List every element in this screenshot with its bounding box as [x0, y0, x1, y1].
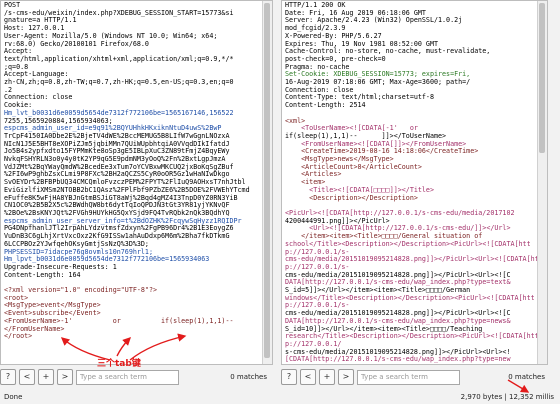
response-scrollbar[interactable]	[537, 1, 547, 364]
response-line: windows</Title><Description></Descriptio…	[285, 293, 535, 310]
response-line: [CDATA[http://127.0.0.1/s-cms-edu/wap_in…	[285, 355, 511, 364]
response-line	[285, 110, 544, 118]
request-line: rv:68.0) Gecko/20100101 Firefox/68.0	[4, 39, 149, 48]
request-line: Content-Length: 164	[4, 270, 81, 279]
status-left: Done	[4, 393, 23, 401]
response-line: Content-Length: 2514	[285, 101, 366, 110]
request-search-bar: ? < + > Type a search term 0 matches	[0, 368, 271, 386]
response-editor-pane[interactable]: HTTP/1.1 200 OK Date: Fri, 16 Aug 2019 06…	[281, 0, 548, 365]
request-search-input[interactable]: Type a search term	[76, 369, 179, 385]
help-button[interactable]: ?	[281, 369, 297, 385]
next-match-button[interactable]: >	[338, 369, 354, 385]
add-button[interactable]: +	[38, 369, 54, 385]
request-match-count: 0 matches	[230, 373, 267, 381]
request-line: text/html,application/xhtml+xml,applicat…	[4, 54, 234, 63]
request-text[interactable]: POST/s-cms-edu/weixin/index.php?XDEBUG_S…	[1, 1, 272, 342]
request-line: <?xml version="1.0" encoding="UTF-8"?>	[4, 286, 157, 295]
request-line: </root>	[4, 332, 33, 341]
response-line: research</Title><Description></Descripti…	[285, 332, 539, 348]
request-line: Connection: close	[4, 93, 73, 102]
response-text[interactable]: HTTP/1.1 200 OK Date: Fri, 16 Aug 2019 06…	[282, 1, 547, 364]
add-button[interactable]: +	[319, 369, 335, 385]
request-line: </FromUserName>	[4, 324, 65, 333]
response-search-bar: ? < + > Type a search term 0 matches	[281, 368, 549, 386]
previous-match-button[interactable]: <	[300, 369, 316, 385]
request-line: zh-CN,zh;q=0.8,zh-TW;q=0.7,zh-HK;q=0.5,e…	[4, 78, 234, 87]
response-match-count: 0 matches	[508, 373, 545, 381]
previous-match-button[interactable]: <	[19, 369, 35, 385]
next-match-button[interactable]: >	[57, 369, 73, 385]
response-line: <Description></Description>	[285, 193, 418, 202]
status-right: 2,970 bytes | 12,352 millis	[460, 393, 554, 401]
response-line: school</Title><Description></Description…	[285, 239, 531, 256]
response-search-input[interactable]: Type a search term	[357, 369, 460, 385]
request-scrollbar[interactable]	[262, 1, 272, 364]
help-button[interactable]: ?	[0, 369, 16, 385]
annotation-label: 三个tab键	[97, 359, 141, 369]
response-line: cms-edu/media/20151019095214828.png]]></…	[285, 255, 543, 271]
request-editor-pane[interactable]: POST/s-cms-edu/weixin/index.php?XDEBUG_S…	[0, 0, 273, 365]
status-bar: Done 2,970 bytes | 12,352 millis	[0, 391, 560, 404]
